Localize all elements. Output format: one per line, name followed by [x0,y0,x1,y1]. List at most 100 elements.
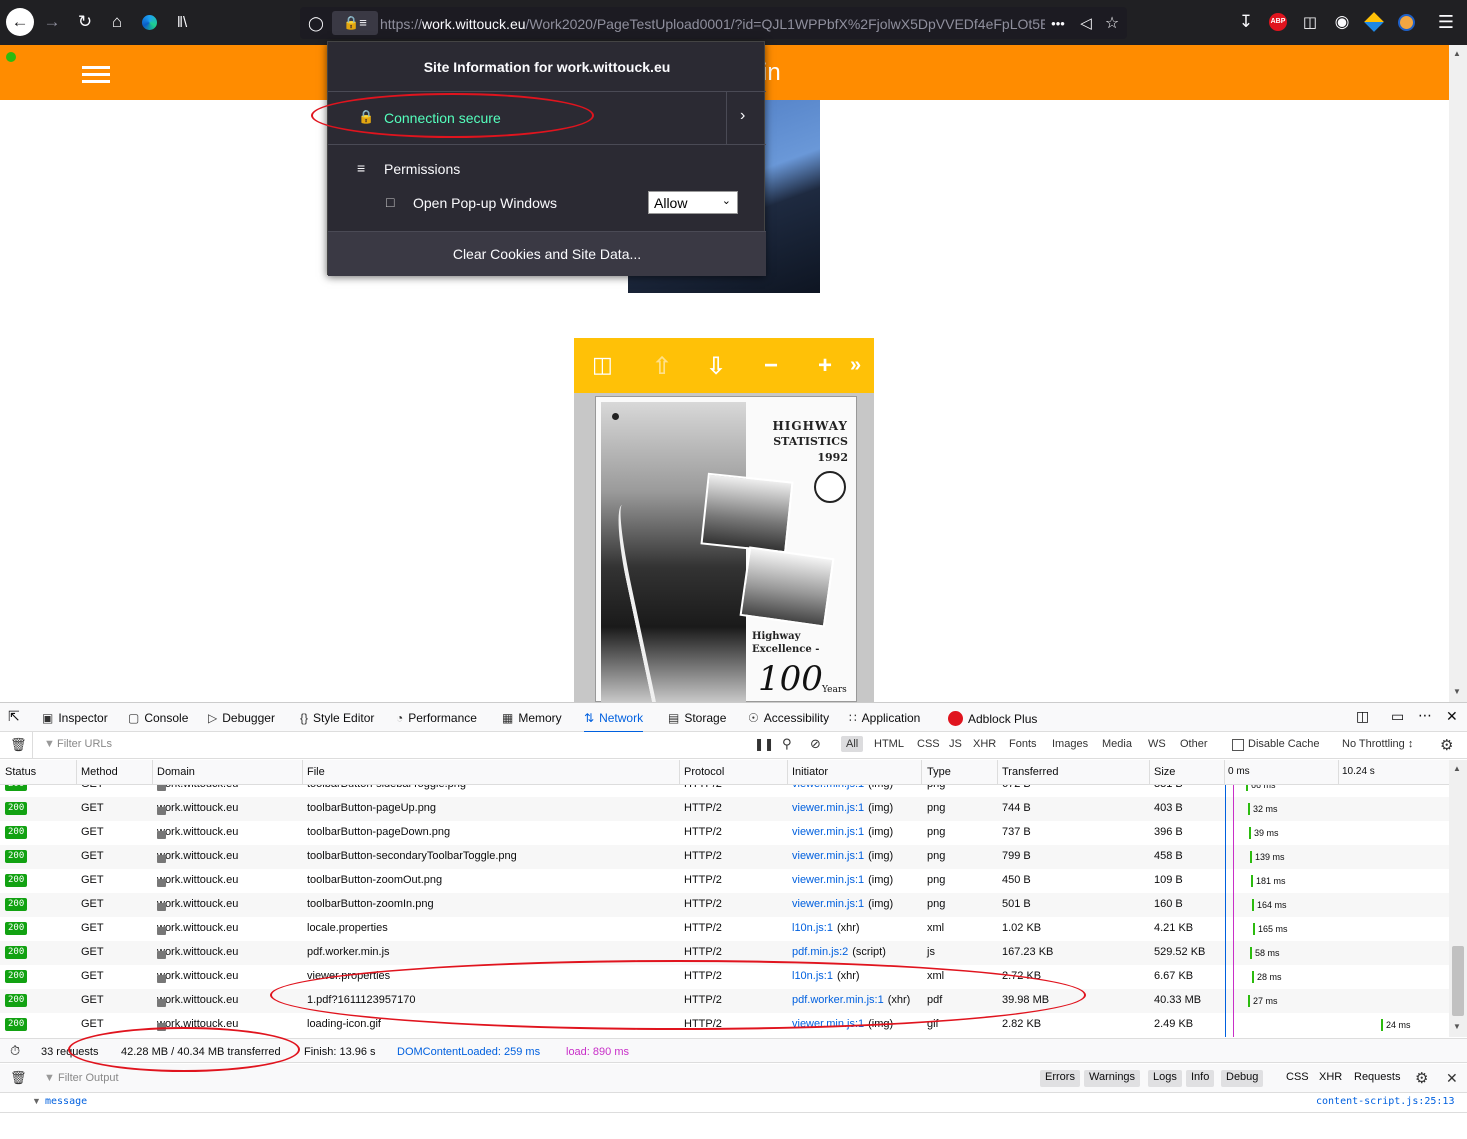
col-protocol[interactable]: Protocol [684,766,724,778]
initiator-cell[interactable]: viewer.min.js:1 (img) [792,850,893,862]
col-domain[interactable]: Domain [157,766,195,778]
chevron-right-icon[interactable]: › [740,107,745,125]
network-settings-gear-icon[interactable]: ⚙ [1440,736,1453,754]
initiator-link[interactable]: viewer.min.js:1 [792,898,864,910]
level-info[interactable]: Info [1186,1070,1215,1087]
clear-console-icon[interactable]: 🗑 [10,1070,27,1086]
tab-style-editor[interactable]: {} Style Editor [300,711,374,725]
level-errors[interactable]: Errors [1040,1070,1080,1087]
table-row[interactable]: 200 GET work.wittouck.eu toolbarButton-side… [0,785,1449,797]
tab-memory[interactable]: ▦ Memory [502,711,562,725]
menu-hamburger-icon[interactable]: ☰ [1434,10,1458,34]
sidebar-toggle-icon[interactable]: ◫ [1298,10,1322,34]
home-icon[interactable]: ⌂ [105,10,129,34]
initiator-link[interactable]: pdf.min.js:2 [792,946,848,958]
element-picker-icon[interactable]: ⇱ [8,708,20,725]
library-icon[interactable]: ‖\ [170,10,194,34]
col-size[interactable]: Size [1154,766,1175,778]
initiator-cell[interactable]: viewer.min.js:1 (img) [792,802,893,814]
secondary-toolbar-icon[interactable]: » [850,354,861,377]
col-status[interactable]: Status [5,766,36,778]
devtools-more-icon[interactable]: ⋯ [1418,707,1432,724]
extension-pencil-icon[interactable] [1362,10,1386,34]
zoom-in-icon[interactable]: + [818,352,832,380]
initiator-cell[interactable]: l10n.js:1 (xhr) [792,922,860,934]
scroll-down-icon[interactable]: ▼ [1453,687,1461,696]
forward-icon[interactable]: → [40,10,64,34]
responsive-design-icon[interactable]: ▭ [1391,708,1404,725]
initiator-cell[interactable]: viewer.min.js:1 (img) [792,826,893,838]
account-icon[interactable]: ◉ [1330,10,1354,34]
initiator-cell[interactable]: pdf.min.js:2 (script) [792,946,886,958]
tab-application[interactable]: ∷ Application [849,711,920,725]
initiator-link[interactable]: viewer.min.js:1 [792,850,864,862]
throttling-select[interactable]: No Throttling ↕ [1342,738,1413,750]
col-type[interactable]: Type [927,766,951,778]
col-file[interactable]: File [307,766,325,778]
initiator-cell[interactable]: viewer.min.js:1 (img) [792,898,893,910]
level-warnings[interactable]: Warnings [1084,1070,1141,1087]
console-message-row[interactable]: ▼ message content-script.js:25:13 [0,1093,1467,1113]
page-down-icon[interactable]: ⇩ [706,352,726,381]
extension-face-icon[interactable] [1394,10,1418,34]
block-icon[interactable]: ⊘ [810,736,821,752]
filter-html[interactable]: HTML [874,738,904,750]
search-icon[interactable]: ⚲ [782,736,792,752]
filter-urls-input[interactable]: Filter URLs [57,738,112,750]
initiator-cell[interactable]: viewer.min.js:1 (img) [792,785,893,790]
page-actions-more[interactable]: ••• [1046,11,1070,35]
console-message-source[interactable]: content-script.js:25:13 [1316,1096,1454,1107]
initiator-link[interactable]: l10n.js:1 [792,922,833,934]
col-initiator[interactable]: Initiator [792,766,828,778]
expand-triangle-icon[interactable]: ▼ [32,1096,41,1106]
level-debug[interactable]: Debug [1221,1070,1264,1087]
edge-extension-icon[interactable] [137,10,161,34]
reload-icon[interactable]: ↻ [73,10,97,34]
table-row[interactable]: 200 GET work.wittouck.eu toolbarButton-zoom… [0,893,1449,917]
tracking-shield-icon[interactable]: ◯ [304,11,328,35]
filter-js[interactable]: JS [949,738,962,750]
tab-accessibility[interactable]: ☉ Accessibility [748,711,829,725]
initiator-link[interactable]: viewer.min.js:1 [792,826,864,838]
back-icon[interactable]: ← [6,8,34,36]
table-row[interactable]: 200 GET work.wittouck.eu locale.properties H… [0,917,1449,941]
request-list-scrollbar[interactable]: ▲ ▼ [1449,760,1467,1037]
initiator-link[interactable]: viewer.min.js:1 [792,785,864,790]
table-row[interactable]: 200 GET work.wittouck.eu toolbarButton-page… [0,821,1449,845]
sidebar-toggle-icon[interactable]: ◫ [592,352,613,378]
adblock-plus-icon[interactable]: ABP [1266,10,1290,34]
table-row[interactable]: 200 GET work.wittouck.eu toolbarButton-page… [0,797,1449,821]
initiator-link[interactable]: viewer.min.js:1 [792,874,864,886]
col-method[interactable]: Method [81,766,118,778]
bookmark-star-icon[interactable]: ☆ [1100,11,1124,35]
filter-css[interactable]: CSS [917,738,940,750]
downloads-icon[interactable]: ↧ [1234,10,1258,34]
tab-adblock-plus[interactable]: Adblock Plus [948,711,1037,726]
filter-all[interactable]: All [841,736,864,752]
zoom-out-icon[interactable]: − [764,352,778,380]
scroll-thumb[interactable] [1452,946,1464,1016]
col-transferred[interactable]: Transferred [1002,766,1058,778]
tab-console[interactable]: ▢ Console [128,711,188,725]
console-settings-gear-icon[interactable]: ⚙ [1415,1069,1428,1087]
filter-media[interactable]: Media [1102,738,1132,750]
extra-requests[interactable]: Requests [1349,1070,1405,1087]
tab-inspector[interactable]: ▣ Inspector [42,711,108,725]
close-devtools-icon[interactable]: ✕ [1446,708,1458,725]
scroll-up-icon[interactable]: ▲ [1453,49,1461,58]
pause-icon[interactable]: ❚❚ [754,737,774,751]
scroll-down-icon[interactable]: ▼ [1453,1022,1461,1031]
tab-performance[interactable]: ◔ Performance [396,711,477,725]
clear-trash-icon[interactable]: 🗑 [10,737,27,753]
close-console-icon[interactable]: ✕ [1446,1070,1458,1087]
filter-ws[interactable]: WS [1148,738,1166,750]
filter-xhr[interactable]: XHR [973,738,996,750]
table-row[interactable]: 200 GET work.wittouck.eu toolbarButton-seco… [0,845,1449,869]
dock-icon[interactable]: ◫ [1356,708,1369,725]
tab-debugger[interactable]: ▷ Debugger [208,711,275,725]
filter-other[interactable]: Other [1180,738,1208,750]
url-bar[interactable]: ◯ 🔒≡ https://work.wittouck.eu/Work2020/P… [300,7,1127,39]
level-logs[interactable]: Logs [1148,1070,1182,1087]
site-info-lock-icon[interactable]: 🔒≡ [332,11,378,35]
tab-network[interactable]: ⇅ Network [584,711,644,733]
